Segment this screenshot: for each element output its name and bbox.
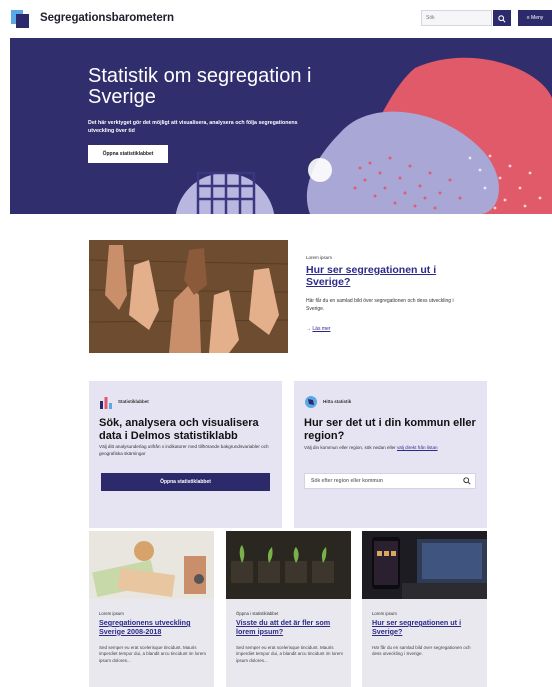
article-title-link[interactable]: Visste du att det är fler som lorem ipsu… (236, 618, 346, 636)
article-eyebrow: Lorem ipsum (372, 611, 397, 616)
site-title[interactable]: Segregationsbarometern (40, 12, 174, 24)
article-eyebrow: Lorem ipsum (99, 611, 124, 616)
site-header: Segregationsbarometern ≡ Meny (0, 0, 552, 38)
article-excerpt: Här får du en samlad bild över segregati… (372, 645, 471, 657)
menu-button[interactable]: ≡ Meny (518, 10, 552, 26)
hero-title: Statistik om segregation i Sverige (88, 65, 312, 108)
card-description: Välj din kommun eller region, sök nedan … (304, 445, 476, 452)
statistics-lab-card: Statistiklabbet Sök, analysera och visua… (89, 381, 282, 528)
article-card[interactable]: Lorem ipsum Segregationens utveckling Sv… (89, 531, 214, 687)
read-more-label: Läs mer (312, 326, 331, 332)
arrow-right-icon: → (306, 326, 311, 332)
article-excerpt: Sed semper eu erat scelerisque tincidunt… (236, 645, 344, 663)
choose-from-list-link[interactable]: välj direkt från listan (397, 445, 438, 450)
search-input[interactable] (421, 10, 492, 26)
card-title: Hur ser det ut i din kommun eller region… (304, 417, 476, 442)
find-statistics-card: Hitta statistik Hur ser det ut i din kom… (294, 381, 487, 528)
seedlings-illustration (226, 531, 351, 599)
card-description-text: Välj din kommun eller region, sök nedan … (304, 445, 397, 450)
card-title: Sök, analysera och visualisera data i De… (99, 417, 259, 442)
open-statistics-lab-button[interactable]: Öppna statistiklabbet (88, 145, 168, 163)
map-icon (305, 396, 317, 408)
feature-eyebrow: Lorem ipsum (306, 255, 333, 260)
article-title-link[interactable]: Hur ser segregationen ut i Sverige? (372, 618, 482, 636)
hands-illustration (89, 240, 288, 353)
search-icon (498, 14, 506, 23)
card-eyebrow: Statistiklabbet (118, 399, 149, 404)
hands-photo (89, 240, 288, 353)
read-more-link[interactable]: → Läs mer (306, 326, 330, 332)
seedlings-photo (226, 531, 351, 599)
article-eyebrow: Öppna i statistiklabbet (236, 611, 279, 616)
money-photo (89, 531, 214, 599)
hero-banner: Statistik om segregation i Sverige Det h… (10, 38, 552, 214)
phone-laptop-photo (362, 531, 487, 599)
article-title-link[interactable]: Segregationens utveckling Sverige 2008-2… (99, 618, 209, 636)
search-button[interactable] (493, 10, 511, 26)
hero-description: Det här verktyget gör det möjligt att vi… (88, 120, 298, 134)
bar-chart-icon (100, 397, 112, 409)
article-excerpt: Sed semper eu erat scelerisque tincidunt… (99, 645, 207, 663)
open-statistics-lab-card-button[interactable]: Öppna statistiklabbet (101, 473, 270, 491)
search-icon[interactable] (463, 477, 471, 485)
phone-laptop-illustration (362, 531, 487, 599)
region-search-input[interactable] (304, 473, 476, 489)
segregationsbarometern-logo[interactable] (10, 8, 32, 30)
feature-description: Här får du en samlad bild över segregati… (306, 298, 454, 312)
card-description: Välj ditt analysunderlag utifrån x indik… (99, 444, 269, 456)
article-card[interactable]: Lorem ipsum Hur ser segregationen ut i S… (362, 531, 487, 687)
article-card[interactable]: Öppna i statistiklabbet Visste du att de… (226, 531, 351, 687)
card-eyebrow: Hitta statistik (323, 399, 352, 404)
money-illustration (89, 531, 214, 599)
feature-title-link[interactable]: Hur ser segregationen ut i Sverige? (306, 264, 476, 288)
